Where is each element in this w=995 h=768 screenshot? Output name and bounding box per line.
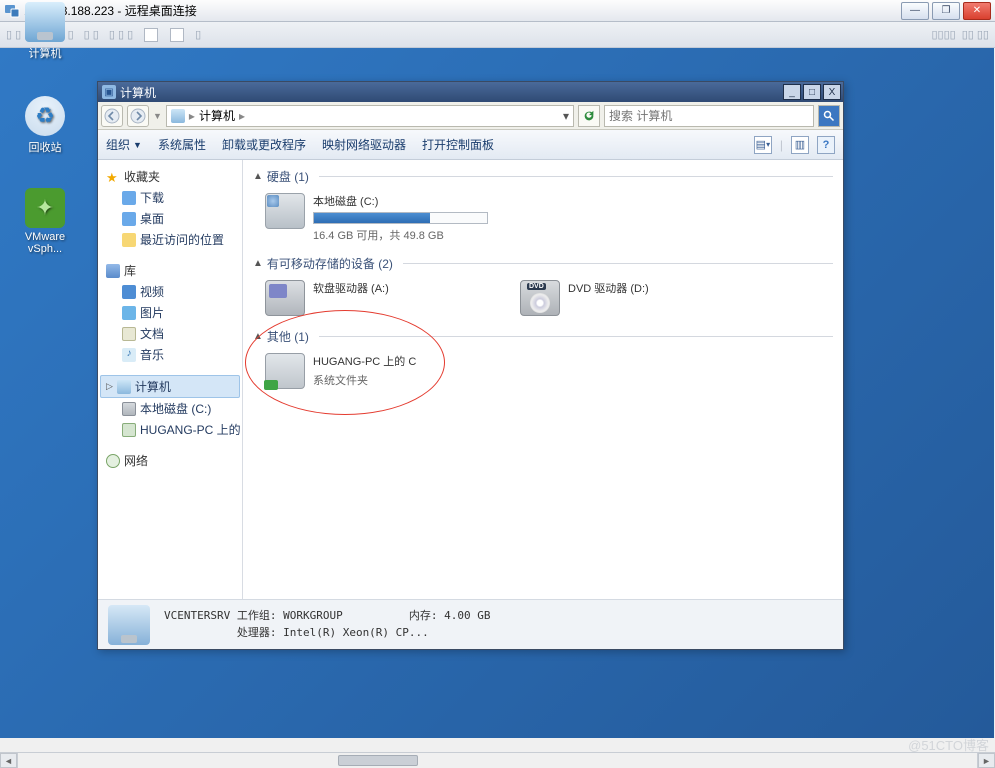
nav-forward-button[interactable] bbox=[127, 105, 149, 127]
close-button[interactable]: X bbox=[823, 84, 841, 100]
remote-desktop: 计算机 回收站 VMware vSph... ▣ 计算机 _ □ X ▼ bbox=[0, 48, 994, 738]
vmware-icon bbox=[25, 188, 65, 228]
section-other[interactable]: ▲其他 (1) bbox=[253, 328, 833, 345]
network-icon bbox=[106, 454, 120, 468]
desktop-icon-vmware[interactable]: VMware vSph... bbox=[14, 188, 76, 255]
drive-dvd-d[interactable]: DVD 驱动器 (D:) bbox=[518, 278, 753, 318]
help-button[interactable]: ? bbox=[817, 136, 835, 154]
address-bar[interactable]: ▸ 计算机 ▸ ▾ bbox=[166, 105, 574, 127]
desktop-icon-recycle[interactable]: 回收站 bbox=[14, 96, 76, 155]
scroll-thumb[interactable] bbox=[338, 755, 418, 766]
downloads-icon bbox=[122, 191, 136, 205]
navigation-pane: ★收藏夹 下载 桌面 最近访问的位置 库 视频 图片 文档 音乐 ▷计算机 本地… bbox=[98, 160, 243, 599]
nav-downloads[interactable]: 下载 bbox=[100, 187, 240, 208]
disk-icon bbox=[122, 402, 136, 416]
explorer-window: ▣ 计算机 _ □ X ▼ ▸ 计算机 ▸ ▾ bbox=[97, 81, 844, 650]
computer-icon bbox=[108, 605, 150, 645]
horizontal-scrollbar[interactable]: ◄ ► bbox=[0, 752, 995, 768]
nav-documents[interactable]: 文档 bbox=[100, 323, 240, 344]
minimize-button[interactable]: _ bbox=[783, 84, 801, 100]
nav-history-dropdown[interactable]: ▼ bbox=[153, 111, 162, 121]
recent-icon bbox=[122, 233, 136, 247]
refresh-button[interactable] bbox=[578, 105, 600, 127]
scroll-right-button[interactable]: ► bbox=[978, 753, 995, 768]
drive-floppy-a[interactable]: 软盘驱动器 (A:) bbox=[263, 278, 498, 318]
search-box[interactable] bbox=[604, 105, 814, 127]
explorer-titlebar[interactable]: ▣ 计算机 _ □ X bbox=[98, 82, 843, 102]
details-pane: VCENTERSRV 工作组: WORKGROUP 内存: 4.00 GB 处理… bbox=[98, 599, 843, 649]
search-button[interactable] bbox=[818, 105, 840, 127]
computer-icon: ▣ bbox=[102, 85, 116, 99]
uninstall-program-button[interactable]: 卸载或更改程序 bbox=[222, 136, 306, 153]
disk-usage-bar bbox=[313, 212, 488, 224]
favorites-header[interactable]: ★收藏夹 bbox=[100, 166, 240, 187]
view-options-button[interactable]: ▤▾ bbox=[754, 136, 772, 154]
preview-pane-button[interactable]: ▥ bbox=[791, 136, 809, 154]
document-icon bbox=[122, 327, 136, 341]
scroll-left-button[interactable]: ◄ bbox=[0, 753, 17, 768]
drive-hugang-c[interactable]: HUGANG-PC 上的 C 系统文件夹 bbox=[263, 351, 498, 391]
minimize-button[interactable]: — bbox=[901, 2, 929, 20]
drive-local-c[interactable]: 本地磁盘 (C:) 16.4 GB 可用，共 49.8 GB bbox=[263, 191, 498, 245]
star-icon: ★ bbox=[106, 170, 120, 184]
nav-back-button[interactable] bbox=[101, 105, 123, 127]
computer-icon bbox=[25, 2, 65, 42]
video-icon bbox=[122, 285, 136, 299]
nav-recent[interactable]: 最近访问的位置 bbox=[100, 229, 240, 250]
hdd-icon bbox=[265, 193, 305, 229]
nav-videos[interactable]: 视频 bbox=[100, 281, 240, 302]
dvd-icon bbox=[520, 280, 560, 316]
content-pane: ▲硬盘 (1) 本地磁盘 (C:) 16.4 GB 可用，共 49.8 GB ▲… bbox=[243, 160, 843, 599]
nav-hugang-c[interactable]: HUGANG-PC 上的 C bbox=[100, 419, 240, 440]
rdp-titlebar: 188.188.188.223 - 远程桌面连接 — ❐ ✕ bbox=[0, 0, 995, 22]
network-folder-icon bbox=[265, 353, 305, 389]
recycle-icon bbox=[25, 96, 65, 136]
network-folder-icon bbox=[122, 423, 136, 437]
computer-icon bbox=[117, 380, 131, 394]
library-icon bbox=[106, 264, 120, 278]
floppy-icon bbox=[265, 280, 305, 316]
maximize-button[interactable]: □ bbox=[803, 84, 821, 100]
nav-music[interactable]: 音乐 bbox=[100, 344, 240, 365]
scroll-track[interactable] bbox=[17, 753, 978, 768]
nav-pictures[interactable]: 图片 bbox=[100, 302, 240, 323]
watermark: @51CTO博客 bbox=[908, 735, 989, 754]
command-bar: 组织 ▼ 系统属性 卸载或更改程序 映射网络驱动器 打开控制面板 ▤▾ | ▥ … bbox=[98, 130, 843, 160]
desktop-icon-computer[interactable]: 计算机 bbox=[14, 2, 76, 61]
nav-local-c[interactable]: 本地磁盘 (C:) bbox=[100, 398, 240, 419]
address-toolbar: ▼ ▸ 计算机 ▸ ▾ bbox=[98, 102, 843, 130]
maximize-button[interactable]: ❐ bbox=[932, 2, 960, 20]
computer-icon bbox=[171, 109, 185, 123]
host-toolbar-blurred: ▯ ▯ ▯▯ ▯ ▯ ▯▯ ▯▯ ▯ ▯ ▯ ▯▯▯▯▯▯ ▯▯ bbox=[0, 22, 995, 48]
desktop-icon bbox=[122, 212, 136, 226]
section-hdd[interactable]: ▲硬盘 (1) bbox=[253, 168, 833, 185]
section-removable[interactable]: ▲有可移动存储的设备 (2) bbox=[253, 255, 833, 272]
system-properties-button[interactable]: 系统属性 bbox=[158, 136, 206, 153]
organize-menu[interactable]: 组织 ▼ bbox=[106, 136, 142, 153]
search-input[interactable] bbox=[605, 109, 813, 123]
music-icon bbox=[122, 348, 136, 362]
address-dropdown-icon[interactable]: ▾ bbox=[563, 109, 569, 123]
nav-desktop[interactable]: 桌面 bbox=[100, 208, 240, 229]
map-network-drive-button[interactable]: 映射网络驱动器 bbox=[322, 136, 406, 153]
nav-computer[interactable]: ▷计算机 bbox=[100, 375, 240, 398]
close-button[interactable]: ✕ bbox=[963, 2, 991, 20]
libraries-header[interactable]: 库 bbox=[100, 260, 240, 281]
network-header[interactable]: 网络 bbox=[100, 450, 240, 471]
picture-icon bbox=[122, 306, 136, 320]
open-control-panel-button[interactable]: 打开控制面板 bbox=[422, 136, 494, 153]
window-title: 计算机 bbox=[120, 84, 156, 101]
